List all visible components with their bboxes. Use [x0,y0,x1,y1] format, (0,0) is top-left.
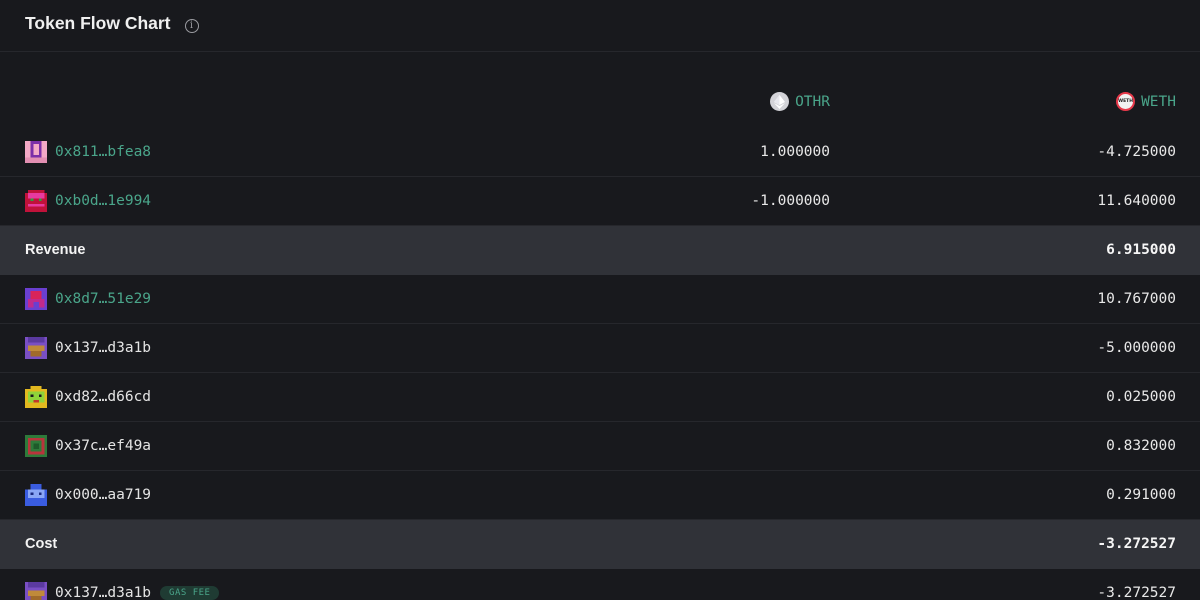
address-link[interactable]: 0xb0d…1e994 [25,177,151,225]
avatar-icon [25,386,47,408]
address-text: 0xd82…d66cd [55,389,152,405]
table-row: 0xb0d…1e994 -1.000000 11.640000 [0,177,1200,226]
weth-value: 0.025000 [1106,389,1176,405]
avatar-icon [25,484,47,506]
avatar-icon [25,337,47,359]
table-row: 0x137…d3a1b GAS FEE -3.272527 [0,569,1200,600]
avatar-icon [25,435,47,457]
weth-value: 10.767000 [1097,291,1176,307]
address-text-cell: 0x137…d3a1b GAS FEE [25,569,220,600]
revenue-summary-row: Revenue 6.915000 [0,226,1200,275]
cost-weth-value: -3.272527 [1097,536,1176,552]
column-header-othr[interactable]: OTHR [770,92,830,111]
address-text: 0x137…d3a1b [55,340,152,356]
address-text-cell: 0x137…d3a1b [25,324,151,372]
cost-label: Cost [25,536,58,552]
panel-title: Token Flow Chart [25,13,171,33]
cost-summary-row: Cost -3.272527 [0,520,1200,569]
panel-header: Token Flow Chart i [0,0,1200,52]
ether-icon [770,92,790,111]
weth-value: -3.272527 [1097,585,1176,600]
column-label-othr: OTHR [795,93,830,110]
address-text-cell: 0x37c…ef49a [25,422,151,470]
weth-value: 0.832000 [1106,438,1176,454]
weth-icon: WETH [1116,92,1136,111]
address-text: 0x8d7…51e29 [55,291,152,307]
weth-value: -5.000000 [1097,340,1176,356]
token-flow-panel: Token Flow Chart i OTHR WETH WETH 0x811…… [0,0,1200,600]
table-row: 0x37c…ef49a 0.832000 [0,422,1200,471]
address-text-cell: 0x000…aa719 [25,471,151,519]
othr-value: 1.000000 [760,144,830,160]
column-label-weth: WETH [1141,93,1176,110]
address-link[interactable]: 0x8d7…51e29 [25,275,151,323]
revenue-weth-value: 6.915000 [1106,242,1176,258]
table-row: 0x8d7…51e29 10.767000 [0,275,1200,324]
avatar-icon [25,190,47,212]
address-text-cell: 0xd82…d66cd [25,373,151,421]
weth-value: 0.291000 [1106,487,1176,503]
address-text: 0xb0d…1e994 [55,193,152,209]
address-link[interactable]: 0x811…bfea8 [25,128,151,176]
revenue-label: Revenue [25,242,86,258]
weth-value: 11.640000 [1097,193,1176,209]
table-row: 0x137…d3a1b -5.000000 [0,324,1200,373]
table-row: 0x811…bfea8 1.000000 -4.725000 [0,128,1200,177]
othr-value: -1.000000 [751,193,830,209]
column-header-weth[interactable]: WETH WETH [1116,92,1176,111]
info-icon[interactable]: i [184,18,199,33]
avatar-icon [25,288,47,310]
address-text: 0x137…d3a1b [55,585,152,600]
table-row: 0x000…aa719 0.291000 [0,471,1200,520]
address-text: 0x811…bfea8 [55,144,152,160]
table-row: 0xd82…d66cd 0.025000 [0,373,1200,422]
weth-value: -4.725000 [1097,144,1176,160]
avatar-icon [25,582,47,600]
address-text: 0x000…aa719 [55,487,152,503]
address-text: 0x37c…ef49a [55,438,152,454]
avatar-icon [25,141,47,163]
column-headers: OTHR WETH WETH [0,52,1200,128]
gas-fee-badge: GAS FEE [160,586,220,600]
